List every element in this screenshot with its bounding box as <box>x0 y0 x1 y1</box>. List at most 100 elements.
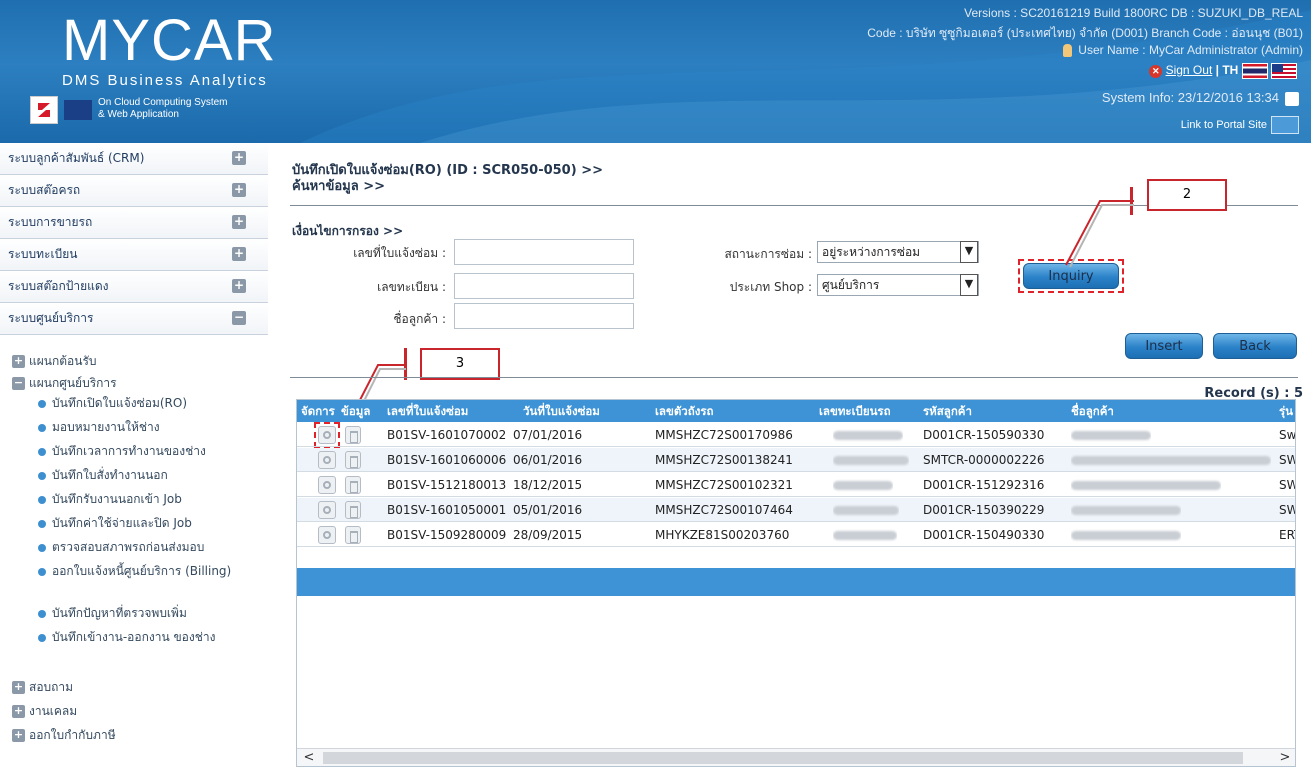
expand-icon[interactable]: + <box>12 681 25 694</box>
ro-date-cell: 28/09/2015 <box>513 528 583 542</box>
col-plate[interactable]: เลขทะเบียนรถ <box>819 400 891 422</box>
customer-name-input[interactable] <box>454 303 634 329</box>
table-row[interactable]: B01SV-1601060006 06/01/2016 MMSHZC72S001… <box>297 448 1295 472</box>
insert-button[interactable]: Insert <box>1125 333 1203 359</box>
trash-icon[interactable] <box>345 451 361 469</box>
table-row[interactable]: B01SV-1601070002 07/01/2016 MMSHZC72S001… <box>297 423 1295 447</box>
bullet-icon <box>38 567 46 576</box>
sidebar-item-registration[interactable]: ระบบทะเบียน + <box>0 239 268 271</box>
callout-3: 3 <box>420 348 500 380</box>
tree-link-outside-receive[interactable]: บันทึกรับงานนอกเข้า Job <box>38 491 258 508</box>
user-icon <box>1063 44 1073 58</box>
sidebar-item-crm[interactable]: ระบบลูกค้าสัมพันธ์ (CRM) + <box>0 143 268 175</box>
tree-link-extra-issues[interactable]: บันทึกปัญหาที่ตรวจพบเพิ่ม <box>38 605 258 622</box>
sidebar-item-car-sales[interactable]: ระบบการขายรถ + <box>0 207 268 239</box>
system-info-text: System Info: 23/12/2016 13:34 <box>1101 90 1279 105</box>
tree-link-assign-mechanic[interactable]: มอบหมายงานให้ช่าง <box>38 419 258 436</box>
plate-cell-redacted <box>833 523 897 547</box>
table-row[interactable]: B01SV-1509280009 28/09/2015 MHYKZE81S002… <box>297 523 1295 547</box>
gear-icon[interactable] <box>318 451 336 469</box>
tree-item-service-dept[interactable]: − แผนกศูนย์บริการ <box>12 373 117 393</box>
expand-icon[interactable]: + <box>232 183 246 197</box>
customer-code-cell: D001CR-150390229 <box>923 503 1045 517</box>
tree-link-mechanic-attendance[interactable]: บันทึกเข้างาน-ออกงาน ของช่าง <box>38 629 258 646</box>
ro-number-input[interactable] <box>454 239 634 265</box>
page-title: บันทึกเปิดใบแจ้งซ่อม(RO) (ID : SCR050-05… <box>292 163 603 195</box>
gear-icon[interactable] <box>318 476 336 494</box>
expand-icon[interactable]: + <box>12 355 25 368</box>
col-manage[interactable]: จัดการ <box>301 400 335 422</box>
tree-link-outside-order[interactable]: บันทึกใบสั่งทำงานนอก <box>38 467 258 484</box>
tree-link-expense-close-job[interactable]: บันทึกค่าใช้จ่ายและปิด Job <box>38 515 258 532</box>
col-ro-number[interactable]: เลขที่ใบแจ้งซ่อม <box>387 400 468 422</box>
collapse-icon[interactable]: − <box>12 377 25 390</box>
trash-icon[interactable] <box>345 476 361 494</box>
sidebar-item-label: ระบบสต๊อครถ <box>8 183 81 197</box>
vin-cell: MMSHZC72S00107464 <box>655 503 793 517</box>
thai-flag-icon[interactable] <box>1241 63 1268 79</box>
tree-link-billing[interactable]: ออกใบแจ้งหนี้ศูนย์บริการ (Billing) <box>38 563 258 580</box>
plate-number-input[interactable] <box>454 273 634 299</box>
language-th[interactable]: | TH <box>1216 63 1239 77</box>
back-button[interactable]: Back <box>1213 333 1297 359</box>
gear-icon[interactable] <box>318 501 336 519</box>
tree-item-claim[interactable]: + งานเคลม <box>12 701 77 721</box>
tagline-2: & Web Application <box>98 109 179 120</box>
scrollbar-thumb[interactable] <box>323 752 1243 764</box>
vin-cell: MHYKZE81S00203760 <box>655 528 790 542</box>
tree-item-tax-invoice[interactable]: + ออกใบกำกับภาษี <box>12 725 116 745</box>
horizontal-scrollbar[interactable]: < > <box>297 748 1295 766</box>
portal-link-text[interactable]: Link to Portal Site <box>1181 119 1267 131</box>
expand-icon[interactable]: + <box>232 247 246 261</box>
table-row[interactable]: B01SV-1601050001 05/01/2016 MMSHZC72S001… <box>297 498 1295 522</box>
portal-icon[interactable] <box>1271 116 1299 134</box>
shop-type-select[interactable]: ศูนย์บริการ ▼ <box>817 274 979 296</box>
bullet-icon <box>38 609 46 618</box>
bullet-icon <box>38 519 46 528</box>
table-row[interactable]: B01SV-1512180013 18/12/2015 MMSHZC72S001… <box>297 473 1295 497</box>
gear-icon[interactable] <box>318 426 336 444</box>
ro-number-label: เลขที่ใบแจ้งซ่อม : <box>353 246 446 260</box>
trash-icon[interactable] <box>345 426 361 444</box>
scroll-right-icon[interactable]: > <box>1275 749 1295 766</box>
tree-item-reception[interactable]: + แผนกต้อนรับ <box>12 351 97 371</box>
ro-date-cell: 18/12/2015 <box>513 478 583 492</box>
col-customer-name[interactable]: ชื่อลูกค้า <box>1071 400 1114 422</box>
col-customer-code[interactable]: รหัสลูกค้า <box>923 400 972 422</box>
bullet-icon <box>38 633 46 642</box>
tree-link-open-ro[interactable]: บันทึกเปิดใบแจ้งซ่อม(RO) <box>38 395 258 412</box>
trash-icon[interactable] <box>345 526 361 544</box>
expand-icon[interactable]: + <box>232 151 246 165</box>
col-ro-date[interactable]: วันที่ใบแจ้งซ่อม <box>523 400 600 422</box>
scroll-left-icon[interactable]: < <box>299 749 319 766</box>
expand-icon[interactable]: + <box>12 729 25 742</box>
expand-icon[interactable]: + <box>232 215 246 229</box>
gear-icon[interactable] <box>318 526 336 544</box>
sidebar-item-red-plate-stock[interactable]: ระบบสต๊อกป้ายแดง + <box>0 271 268 303</box>
chevron-down-icon[interactable]: ▼ <box>960 241 978 263</box>
us-flag-icon[interactable] <box>1271 63 1297 79</box>
sidebar-item-car-stock[interactable]: ระบบสต๊อครถ + <box>0 175 268 207</box>
trash-icon[interactable] <box>345 501 361 519</box>
filter-section-title: เงื่อนไขการกรอง >> <box>292 224 404 238</box>
chevron-down-icon[interactable]: ▼ <box>960 274 978 296</box>
tree-link-pre-delivery-check[interactable]: ตรวจสอบสภาพรถก่อนส่งมอบ <box>38 539 258 556</box>
col-vin[interactable]: เลขตัวถังรถ <box>655 400 713 422</box>
tree-item-inquiry[interactable]: + สอบถาม <box>12 677 73 697</box>
page-title-line2: ค้นหาข้อมูล >> <box>292 179 385 194</box>
portal-link[interactable]: Link to Portal Site <box>1181 116 1299 134</box>
tree-link-mechanic-time[interactable]: บันทึกเวลาการทำงานของช่าง <box>38 443 258 460</box>
sidebar-item-service-center[interactable]: ระบบศูนย์บริการ − <box>0 303 268 335</box>
ro-number-cell: B01SV-1601060006 <box>387 453 507 467</box>
expand-icon[interactable]: + <box>232 279 246 293</box>
checkbox-icon[interactable] <box>1285 91 1299 106</box>
sign-out-link[interactable]: Sign Out <box>1166 63 1213 77</box>
collapse-icon[interactable]: − <box>232 311 246 325</box>
user-info: User Name : MyCar Administrator (Admin) <box>1063 43 1303 58</box>
expand-icon[interactable]: + <box>12 705 25 718</box>
bullet-icon <box>38 471 46 480</box>
repair-status-select[interactable]: อยู่ระหว่างการซ่อม ▼ <box>817 241 979 263</box>
customer-name-cell-redacted <box>1071 498 1181 522</box>
col-model[interactable]: รุ่น <box>1279 400 1293 422</box>
col-info[interactable]: ข้อมูล <box>341 400 370 422</box>
